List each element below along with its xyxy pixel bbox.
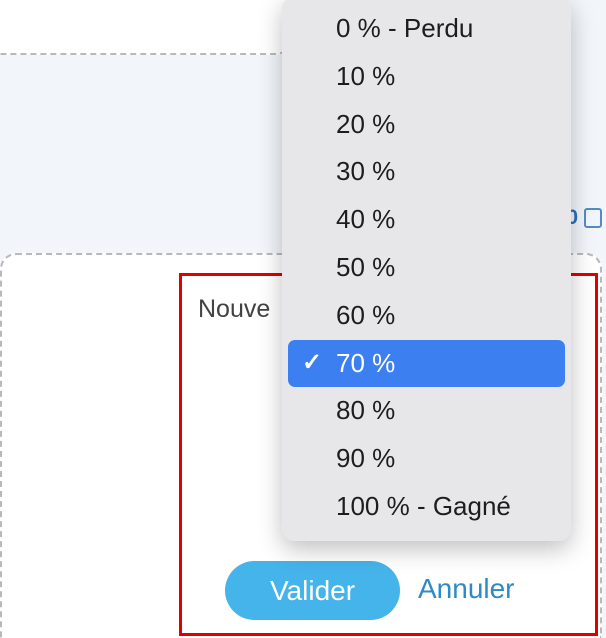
dropdown-option[interactable]: 0 % - Perdu [288,5,565,53]
validate-button[interactable]: Valider [225,561,400,620]
dropdown-option[interactable]: 10 % [288,53,565,101]
dropdown-option[interactable]: 60 % [288,292,565,340]
percentage-dropdown[interactable]: 0 % - Perdu10 %20 %30 %40 %50 %60 %70 %8… [282,0,571,541]
dropdown-option[interactable]: 100 % - Gagné [288,483,565,531]
dropdown-option[interactable]: 70 % [288,340,565,388]
field-label: Nouve [198,295,270,324]
dropdown-option[interactable]: 30 % [288,148,565,196]
background-card [0,0,290,55]
dropdown-option[interactable]: 50 % [288,244,565,292]
dropdown-option[interactable]: 80 % [288,387,565,435]
dropdown-option[interactable]: 90 % [288,435,565,483]
right-count-fragment: 0 [566,206,602,230]
dropdown-option[interactable]: 40 % [288,196,565,244]
cancel-link[interactable]: Annuler [418,573,515,605]
calendar-icon [584,208,602,228]
dropdown-option[interactable]: 20 % [288,101,565,149]
